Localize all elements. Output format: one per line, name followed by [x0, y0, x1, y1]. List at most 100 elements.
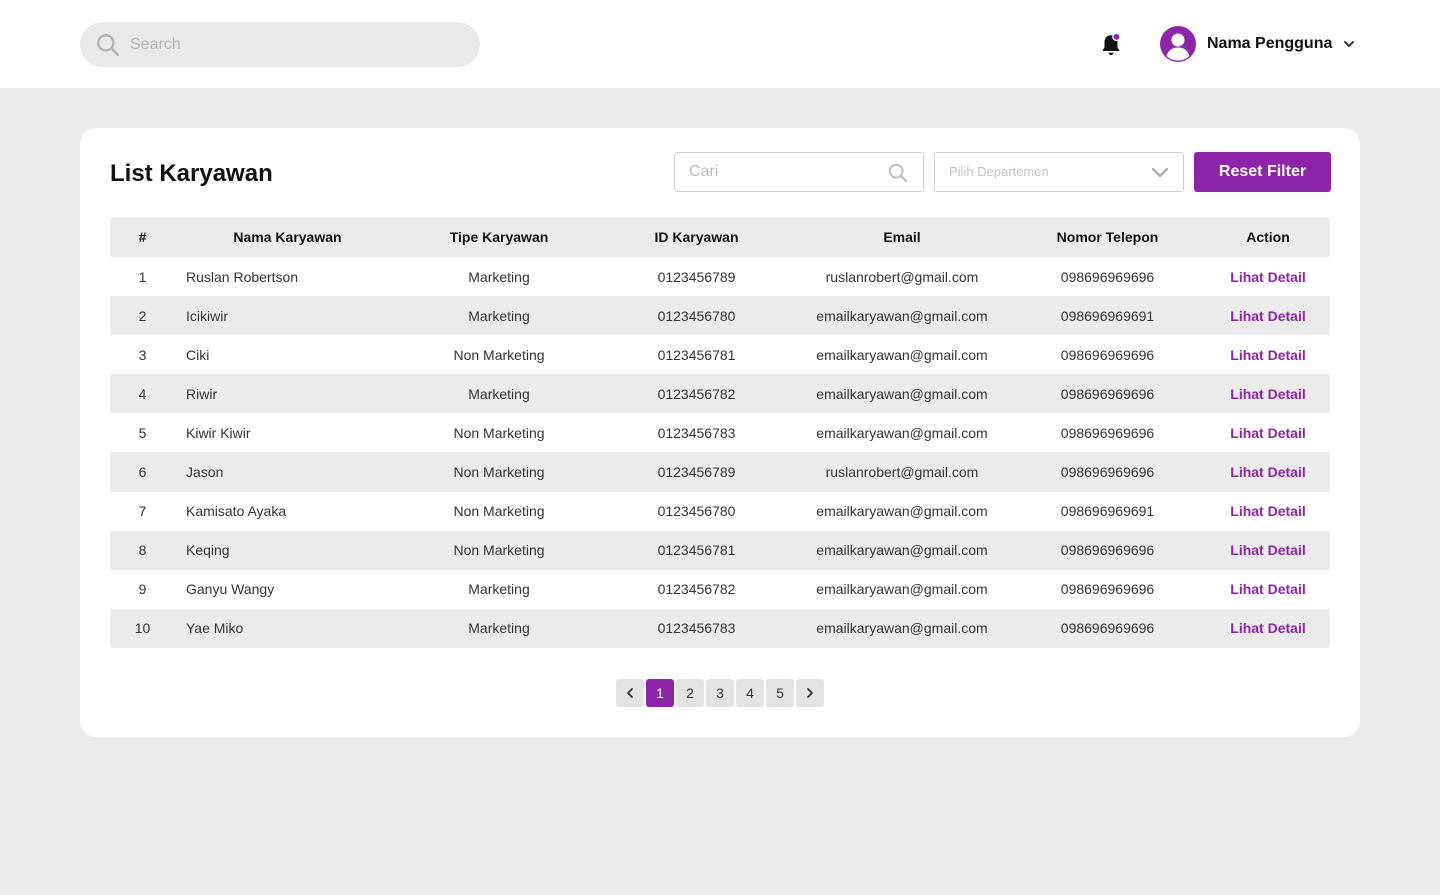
- employee-email: emailkaryawan@gmail.com: [816, 503, 988, 520]
- employee-email: emailkaryawan@gmail.com: [816, 542, 988, 559]
- view-detail-link[interactable]: Lihat Detail: [1230, 581, 1305, 597]
- employee-id: 0123456782: [657, 385, 736, 402]
- pagination: 1 2 3 4 5: [616, 679, 824, 707]
- filter-search-box[interactable]: [674, 152, 924, 192]
- row-number: 4: [138, 385, 147, 402]
- employee-name: Ciki: [186, 346, 210, 363]
- column-header-email: Email: [883, 229, 921, 245]
- page-button-3[interactable]: 3: [706, 679, 734, 707]
- previous-page-button[interactable]: [616, 679, 644, 707]
- employee-phone: 098696969691: [1060, 307, 1155, 324]
- employee-table: # Nama Karyawan Tipe Karyawan ID Karyawa…: [110, 217, 1330, 648]
- table-row: 3 Ciki Non Marketing 0123456781 emailkar…: [110, 335, 1330, 375]
- view-detail-link[interactable]: Lihat Detail: [1230, 620, 1305, 636]
- table-row: 10 Yae Miko Marketing 0123456783 emailka…: [110, 608, 1330, 648]
- employee-name: Kiwir Kiwir: [186, 424, 251, 441]
- employee-id: 0123456789: [657, 268, 736, 285]
- employee-name: Yae Miko: [186, 620, 244, 637]
- employee-phone: 098696969696: [1060, 464, 1155, 481]
- page-button-5[interactable]: 5: [766, 679, 794, 707]
- page-button-2[interactable]: 2: [676, 679, 704, 707]
- employee-id: 0123456781: [657, 542, 736, 559]
- chevron-left-icon: [627, 688, 633, 698]
- table-header-row: # Nama Karyawan Tipe Karyawan ID Karyawa…: [110, 217, 1330, 257]
- notification-dot: [1112, 32, 1121, 42]
- view-detail-link[interactable]: Lihat Detail: [1230, 425, 1305, 441]
- employee-phone: 098696969696: [1060, 581, 1155, 598]
- view-detail-link[interactable]: Lihat Detail: [1230, 308, 1305, 324]
- view-detail-link[interactable]: Lihat Detail: [1230, 347, 1305, 363]
- employee-phone: 098696969696: [1060, 542, 1155, 559]
- table-row: 6 Jason Non Marketing 0123456789 ruslanr…: [110, 452, 1330, 492]
- employee-email: emailkaryawan@gmail.com: [816, 424, 988, 441]
- user-avatar-icon: [1160, 26, 1196, 62]
- employee-phone: 098696969696: [1060, 620, 1155, 637]
- employee-email: emailkaryawan@gmail.com: [816, 385, 988, 402]
- employee-email: emailkaryawan@gmail.com: [816, 581, 988, 598]
- employee-type: Marketing: [468, 620, 530, 637]
- table-row: 5 Kiwir Kiwir Non Marketing 0123456783 e…: [110, 413, 1330, 453]
- employee-phone: 098696969691: [1060, 503, 1155, 520]
- reset-filter-button[interactable]: Reset Filter: [1194, 152, 1331, 192]
- employee-id: 0123456783: [657, 620, 736, 637]
- row-number: 1: [138, 268, 147, 285]
- row-number: 6: [138, 464, 147, 481]
- filter-search-input[interactable]: [689, 153, 879, 191]
- view-detail-link[interactable]: Lihat Detail: [1230, 269, 1305, 285]
- employee-type: Marketing: [468, 307, 530, 324]
- employee-type: Non Marketing: [453, 346, 545, 363]
- row-number: 9: [138, 581, 147, 598]
- view-detail-link[interactable]: Lihat Detail: [1230, 386, 1305, 402]
- employee-id: 0123456780: [657, 307, 736, 324]
- employee-email: emailkaryawan@gmail.com: [816, 620, 988, 637]
- column-header-phone: Nomor Telepon: [1056, 229, 1159, 245]
- employee-type: Non Marketing: [453, 464, 545, 481]
- employee-list-card: List Karyawan Pilih Departemen Reset Fil…: [80, 128, 1360, 737]
- employee-phone: 098696969696: [1060, 346, 1155, 363]
- user-menu[interactable]: Nama Pengguna: [1160, 26, 1356, 62]
- employee-email: emailkaryawan@gmail.com: [816, 307, 988, 324]
- department-select[interactable]: Pilih Departemen: [934, 152, 1184, 192]
- employee-name: Riwir: [186, 385, 218, 402]
- employee-id: 0123456783: [657, 424, 736, 441]
- employee-type: Non Marketing: [453, 424, 545, 441]
- search-icon: [97, 34, 120, 57]
- employee-phone: 098696969696: [1060, 385, 1155, 402]
- global-search-input[interactable]: [130, 22, 460, 67]
- employee-email: emailkaryawan@gmail.com: [816, 346, 988, 363]
- employee-type: Marketing: [468, 581, 530, 598]
- chevron-down-icon: [1344, 41, 1355, 47]
- chevron-right-icon: [807, 688, 813, 698]
- employee-type: Non Marketing: [453, 503, 545, 520]
- employee-email: ruslanrobert@gmail.com: [825, 268, 979, 285]
- bell-icon[interactable]: [1098, 32, 1124, 58]
- column-header-id: ID Karyawan: [654, 229, 739, 245]
- employee-phone: 098696969696: [1060, 268, 1155, 285]
- table-row: 2 Icikiwir Marketing 0123456780 emailkar…: [110, 296, 1330, 336]
- user-name: Nama Pengguna: [1207, 35, 1333, 52]
- employee-id: 0123456780: [657, 503, 736, 520]
- row-number: 8: [138, 542, 147, 559]
- table-row: 7 Kamisato Ayaka Non Marketing 012345678…: [110, 491, 1330, 531]
- page-button-1[interactable]: 1: [646, 679, 674, 707]
- column-header-name: Nama Karyawan: [233, 229, 342, 245]
- employee-phone: 098696969696: [1060, 424, 1155, 441]
- employee-name: Kamisato Ayaka: [186, 503, 287, 520]
- employee-name: Ruslan Robertson: [186, 268, 299, 285]
- next-page-button[interactable]: [796, 679, 824, 707]
- employee-id: 0123456781: [657, 346, 736, 363]
- search-icon[interactable]: [887, 162, 909, 184]
- table-row: 1 Ruslan Robertson Marketing 0123456789 …: [110, 257, 1330, 297]
- view-detail-link[interactable]: Lihat Detail: [1230, 464, 1305, 480]
- table-row: 9 Ganyu Wangy Marketing 0123456782 email…: [110, 569, 1330, 609]
- view-detail-link[interactable]: Lihat Detail: [1230, 503, 1305, 519]
- employee-name: Jason: [186, 464, 224, 481]
- row-number: 7: [138, 503, 147, 520]
- row-number: 2: [138, 307, 147, 324]
- employee-name: Ganyu Wangy: [186, 581, 275, 598]
- employee-type: Non Marketing: [453, 542, 545, 559]
- employee-id: 0123456789: [657, 464, 736, 481]
- page-button-4[interactable]: 4: [736, 679, 764, 707]
- view-detail-link[interactable]: Lihat Detail: [1230, 542, 1305, 558]
- global-search[interactable]: [80, 22, 480, 67]
